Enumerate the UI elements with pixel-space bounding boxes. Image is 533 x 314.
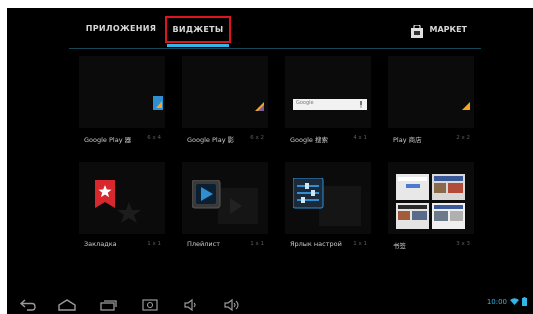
widget-grid: Google Play 器 6 x 4 Google Play 影 6 x 2 … — [79, 56, 479, 256]
widget-browser-bookmarks[interactable]: 书签 3 x 3 — [388, 162, 474, 258]
widget-label: Google Play 影 — [187, 136, 235, 144]
play-store-icon — [462, 102, 470, 110]
widget-size: 1 x 1 — [147, 241, 161, 247]
mic-icon — [360, 101, 362, 108]
play-books-icon — [153, 96, 163, 110]
widget-size: 1 x 1 — [353, 241, 367, 247]
widget-label: 书签 — [393, 242, 406, 250]
widget-google-play-books[interactable]: Google Play 器 6 x 4 — [79, 56, 165, 152]
widget-label: Google 搜索 — [290, 136, 328, 144]
tab-apps[interactable]: ПРИЛОЖЕНИЯ — [81, 16, 161, 42]
widget-label: Закладка — [84, 240, 117, 248]
widget-preview — [285, 56, 371, 128]
market-bag-icon — [410, 23, 424, 38]
status-area[interactable]: 10:00 — [487, 297, 527, 306]
widget-preview — [182, 56, 268, 128]
market-button[interactable]: МАРКЕТ — [410, 18, 467, 40]
settings-sliders-icon — [293, 178, 361, 226]
widget-settings-shortcut[interactable]: Ярлык настрой 1 x 1 — [285, 162, 371, 258]
widget-size: 3 x 3 — [456, 241, 470, 247]
widget-google-play-movies[interactable]: Google Play 影 6 x 2 — [182, 56, 268, 152]
widget-size: 6 x 2 — [250, 135, 264, 141]
widget-size: 2 x 2 — [456, 135, 470, 141]
widget-label: Play 商店 — [393, 136, 422, 144]
widget-size: 6 x 4 — [147, 135, 161, 141]
clock: 10:00 — [486, 297, 507, 306]
widget-size: 1 x 1 — [250, 241, 264, 247]
search-bar-preview: Google — [293, 99, 367, 110]
widget-label: Ярлык настрой — [290, 240, 342, 248]
tab-divider — [69, 48, 481, 49]
navigation-bar: 10:00 — [7, 296, 533, 314]
screenshot-icon[interactable] — [141, 298, 159, 312]
battery-icon — [522, 297, 527, 306]
search-bar-text: Google — [296, 100, 314, 106]
widget-label: Google Play 器 — [84, 136, 132, 144]
volume-down-icon[interactable] — [183, 298, 201, 312]
tab-bar: ПРИЛОЖЕНИЯ ВИДЖЕТЫ МАРКЕТ — [69, 16, 481, 50]
widget-play-store[interactable]: Play 商店 2 x 2 — [388, 56, 474, 152]
back-icon[interactable] — [19, 298, 37, 312]
bookmark-icon — [95, 180, 141, 223]
widget-bookmark[interactable]: Закладка 1 x 1 — [79, 162, 165, 258]
widget-size: 4 x 1 — [353, 135, 367, 141]
wifi-icon — [510, 298, 519, 305]
selected-tab-indicator — [167, 44, 229, 47]
volume-up-icon[interactable] — [223, 298, 243, 312]
browser-thumbnails-icon — [396, 174, 465, 229]
tab-widgets[interactable]: ВИДЖЕТЫ — [165, 16, 231, 43]
market-label: МАРКЕТ — [429, 24, 467, 34]
android-screen: ПРИЛОЖЕНИЯ ВИДЖЕТЫ МАРКЕТ Google Play 器 … — [7, 8, 533, 314]
recent-apps-icon[interactable] — [99, 298, 117, 312]
widget-google-search[interactable]: Google Google 搜索 4 x 1 — [285, 56, 371, 152]
widget-label: Плейлист — [187, 240, 221, 248]
playlist-icon — [192, 180, 258, 224]
widget-preview — [79, 56, 165, 128]
play-movies-icon — [255, 102, 264, 111]
home-icon[interactable] — [57, 298, 77, 312]
widget-playlist[interactable]: Плейлист 1 x 1 — [182, 162, 268, 258]
widget-preview — [388, 56, 474, 128]
